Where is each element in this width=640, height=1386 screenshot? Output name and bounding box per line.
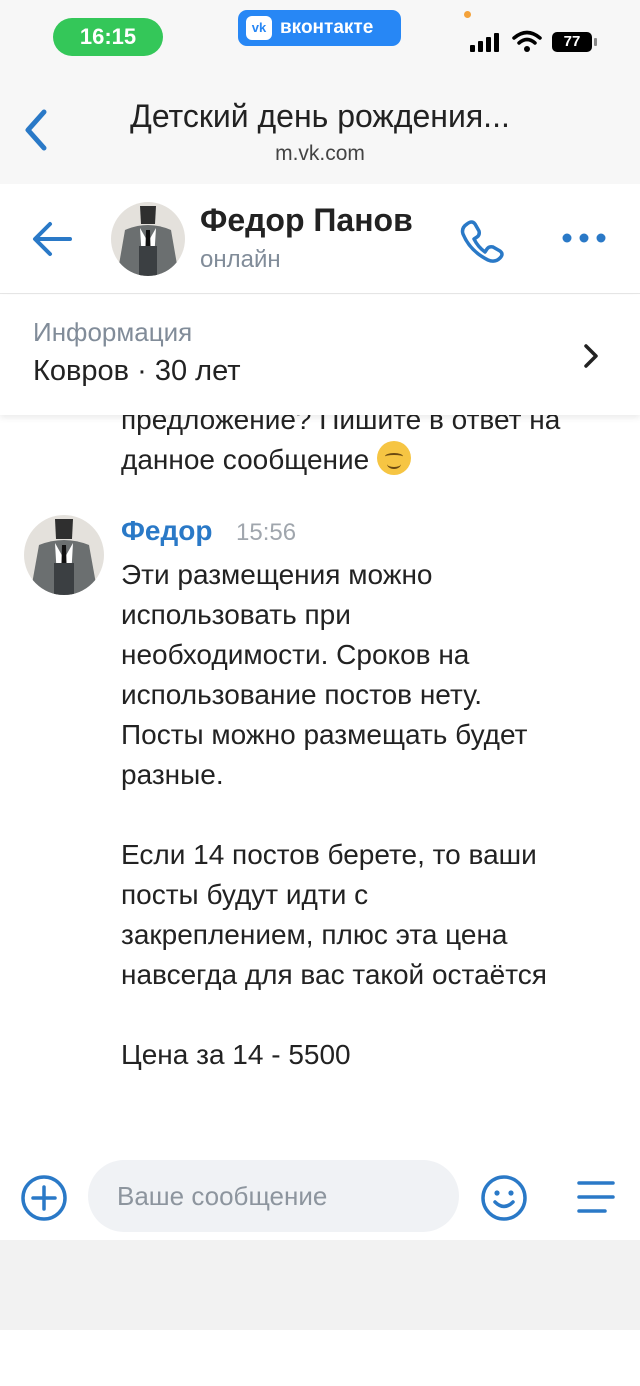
avatar[interactable] bbox=[111, 202, 185, 276]
more-dots-icon[interactable] bbox=[560, 228, 608, 248]
message-input[interactable] bbox=[88, 1160, 459, 1232]
page-url: m.vk.com bbox=[275, 142, 365, 165]
message-time: 15:56 bbox=[236, 519, 297, 546]
chevron-right-icon bbox=[584, 344, 598, 368]
message-paragraph: Эти размещения можно использовать при не… bbox=[121, 559, 528, 790]
info-label: Информация bbox=[33, 317, 193, 347]
smiling-face-icon bbox=[377, 441, 412, 475]
chevron-left-icon[interactable] bbox=[20, 106, 54, 154]
wifi-icon bbox=[512, 30, 542, 52]
info-value: Ковров · 30 лет bbox=[33, 355, 241, 387]
status-bar: 16:15 vk вконтакте 77 bbox=[0, 0, 640, 76]
message-composer bbox=[0, 1155, 640, 1240]
message-paragraph: Если 14 постов берете, то ваши посты буд… bbox=[121, 839, 547, 990]
sender-name[interactable]: Федор bbox=[121, 515, 212, 547]
previous-message-line: предложение? Пишите в ответ на bbox=[121, 415, 561, 435]
phone-icon[interactable] bbox=[458, 216, 508, 264]
battery-indicator: 77 bbox=[552, 32, 597, 52]
chat-header: Федор Панов онлайн bbox=[0, 184, 640, 294]
info-panel[interactable]: Информация Ковров · 30 лет bbox=[0, 295, 640, 415]
previous-message-line: данное сообщение bbox=[121, 444, 370, 475]
previous-message-tail: предложение? Пишите в ответ на данное со… bbox=[121, 415, 621, 480]
app-badge[interactable]: vk вконтакте bbox=[238, 10, 401, 46]
sender-avatar[interactable] bbox=[24, 515, 104, 595]
home-indicator-area bbox=[0, 1330, 640, 1386]
contact-name[interactable]: Федор Панов bbox=[200, 202, 413, 239]
plus-circle-icon[interactable] bbox=[20, 1174, 68, 1222]
cellular-signal-icon bbox=[470, 32, 502, 52]
menu-lines-icon[interactable] bbox=[575, 1177, 617, 1217]
smile-icon[interactable] bbox=[480, 1174, 528, 1222]
message-paragraph: Цена за 14 - 5500 bbox=[121, 1039, 351, 1070]
previous-message-line-last: данное сообщение bbox=[121, 440, 621, 480]
browser-header: Детский день рождения... m.vk.com bbox=[0, 76, 640, 184]
arrow-left-icon[interactable] bbox=[30, 219, 74, 259]
contact-status: онлайн bbox=[200, 246, 281, 273]
privacy-indicator-icon bbox=[464, 11, 471, 18]
message-list[interactable]: предложение? Пишите в ответ на данное со… bbox=[0, 415, 640, 1155]
keyboard-area bbox=[0, 1240, 640, 1330]
page-title: Детский день рождения... bbox=[130, 98, 510, 134]
status-time: 16:15 bbox=[53, 18, 163, 56]
app-badge-label: вконтакте bbox=[280, 17, 374, 38]
message-text: Эти размещения можно использовать при не… bbox=[121, 555, 621, 1075]
vk-logo-icon: vk bbox=[246, 16, 272, 40]
